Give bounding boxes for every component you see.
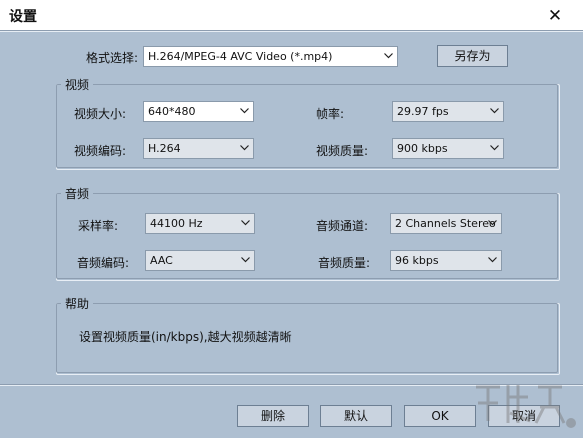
video-size-value: 640*480 [148,105,196,118]
audio-channels-value: 2 Channels Stereo [395,217,496,230]
format-value: H.264/MPEG-4 AVC Video (*.mp4) [148,50,333,63]
delete-button[interactable]: 删除 [237,405,309,427]
video-codec-label: 视频编码: [74,144,127,158]
chevron-down-icon [488,220,497,228]
window-title: 设置 [9,9,37,25]
video-quality-value: 900 kbps [397,142,448,155]
video-size-label: 视频大小: [74,107,127,121]
video-codec-value: H.264 [148,142,181,155]
video-quality-label: 视频质量: [316,144,369,158]
audio-quality-label: 音频质量: [318,256,371,270]
close-icon[interactable]: ✕ [546,7,564,25]
audio-quality-select[interactable]: 96 kbps [390,250,502,271]
video-legend: 视频 [61,76,94,93]
chevron-down-icon [490,108,499,116]
video-size-select[interactable]: 640*480 [143,101,254,122]
video-quality-select[interactable]: 900 kbps [392,138,504,159]
save-as-button[interactable]: 另存为 [437,45,508,67]
ok-button[interactable]: OK [404,405,476,427]
sample-rate-label: 采样率: [78,219,119,233]
title-divider [0,30,583,32]
help-legend: 帮助 [61,295,94,312]
chevron-down-icon [240,108,249,116]
chevron-down-icon [488,257,497,265]
audio-legend: 音频 [61,185,94,202]
chevron-down-icon [241,220,250,228]
watermark-logo [476,385,576,428]
audio-quality-value: 96 kbps [395,254,439,267]
audio-codec-select[interactable]: AAC [145,250,255,271]
chevron-down-icon [384,53,393,61]
title-bar: 设置 ✕ [0,0,583,30]
sample-rate-select[interactable]: 44100 Hz [145,213,255,234]
chevron-down-icon [490,145,499,153]
video-codec-select[interactable]: H.264 [143,138,254,159]
fps-label: 帧率: [316,107,345,121]
audio-channels-select[interactable]: 2 Channels Stereo [390,213,502,234]
audio-codec-label: 音频编码: [77,256,130,270]
help-text: 设置视频质量(in/kbps),越大视频越清晰 [79,330,292,344]
fps-value: 29.97 fps [397,105,449,118]
default-button[interactable]: 默认 [320,405,392,427]
format-label: 格式选择: [86,51,139,65]
chevron-down-icon [241,257,250,265]
sample-rate-value: 44100 Hz [150,217,203,230]
audio-codec-value: AAC [150,254,173,267]
audio-channels-label: 音频通道: [316,219,369,233]
format-select[interactable]: H.264/MPEG-4 AVC Video (*.mp4) [143,46,398,67]
fps-select[interactable]: 29.97 fps [392,101,504,122]
chevron-down-icon [240,145,249,153]
